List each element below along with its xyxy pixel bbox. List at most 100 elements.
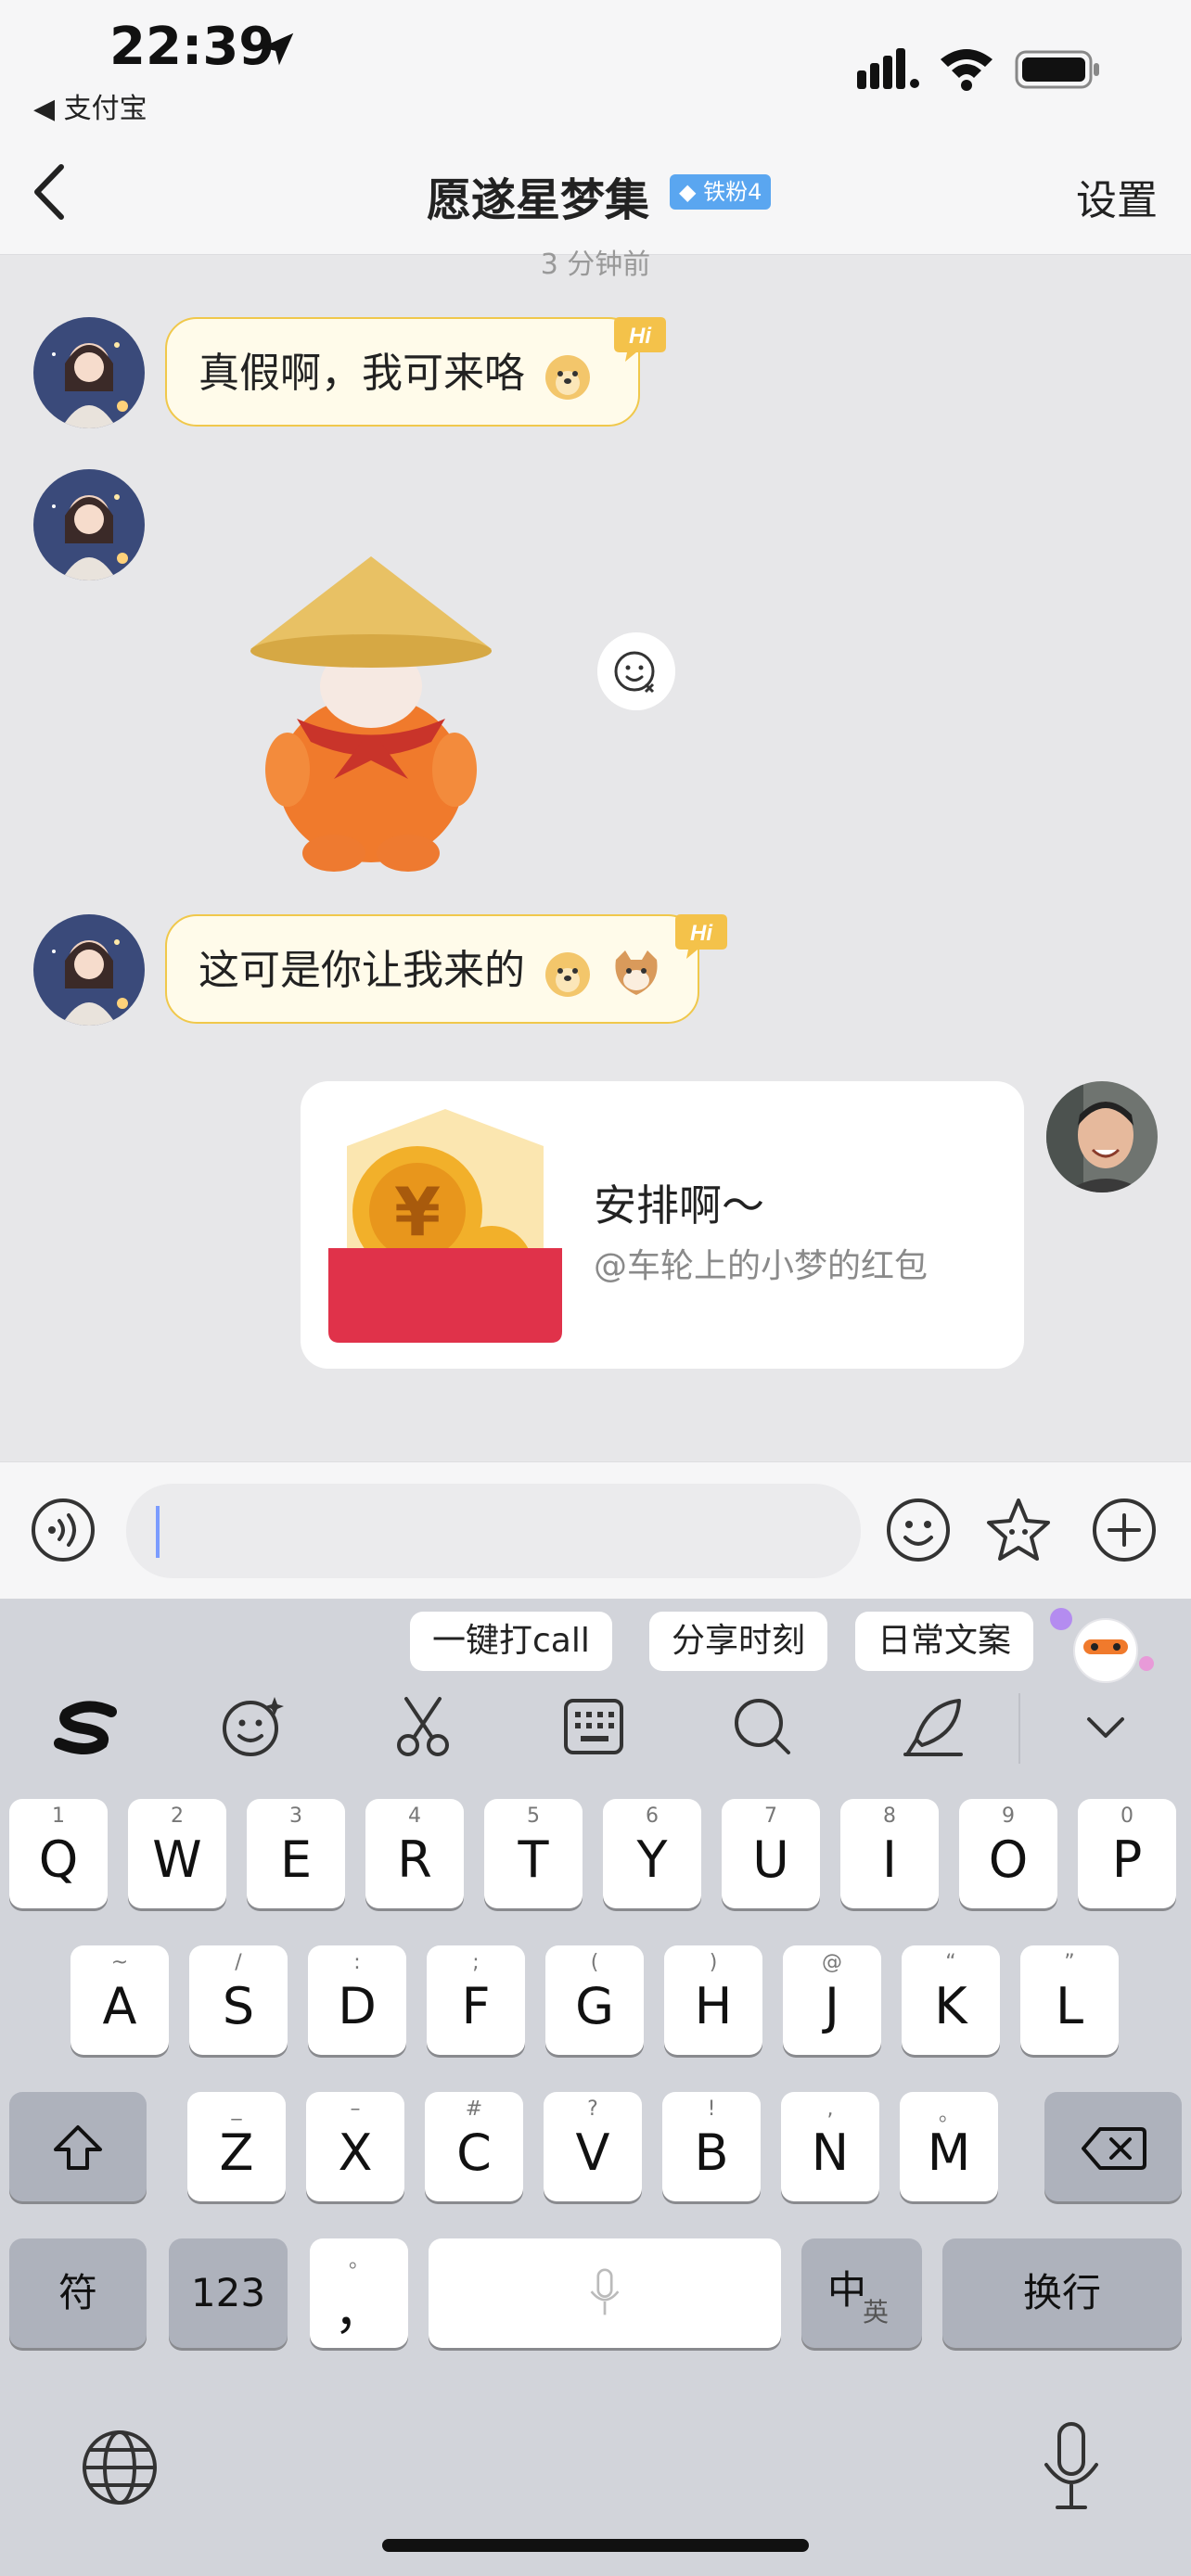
wifi-icon [941,49,992,91]
key-sub-label: 1 [52,1804,65,1828]
suggestion-chip[interactable]: 分享时刻 [649,1612,828,1671]
keyboard-mascot-icon[interactable] [1046,1604,1158,1690]
keyboard-icon[interactable] [560,1693,627,1760]
battery-icon [1015,50,1099,89]
add-reaction-icon[interactable] [597,632,675,710]
chat-title[interactable]: 愿遂星梦集 [427,163,649,228]
key-sub-label: ; [472,1951,480,1974]
key-label: J [825,1977,839,2035]
key-n[interactable]: ,N [781,2092,879,2201]
numbers-key[interactable]: 123 [169,2238,288,2348]
key-a[interactable]: ~ A [70,1945,169,2055]
key-f[interactable]: ; F [427,1945,525,2055]
fan-level-badge: ◆ 铁粉4 [670,174,772,210]
back-to-app-link[interactable]: ◀ 支付宝 [33,85,147,126]
key-label: W [152,1830,202,1889]
my-avatar[interactable] [1046,1081,1158,1192]
search-icon[interactable] [729,1693,796,1760]
key-y[interactable]: 6Y [603,1799,701,1908]
key-x[interactable]: – X [306,2092,404,2201]
key-sub-label: ? [587,2098,598,2121]
quill-pen-icon[interactable] [900,1693,967,1760]
message-input[interactable] [126,1484,861,1578]
key-sub-label: 6 [646,1804,659,1828]
key-label: O [988,1830,1029,1889]
emoji-panel-icon[interactable] [219,1693,286,1760]
key-z[interactable]: _ Z [187,2092,286,2201]
lang-key-en: 英 [863,2297,890,2327]
cat-emoji-icon [615,950,658,995]
friend-avatar[interactable] [33,914,145,1026]
key-s[interactable]: / S [189,1945,288,2055]
hi-badge-icon: Hi [614,317,666,362]
cellular-signal-icon [857,48,919,89]
key-label: B [694,2123,729,2182]
incoming-message-bubble[interactable]: 真假啊，我可来咯 [165,317,640,427]
key-h[interactable]: ) H [664,1945,762,2055]
key-sub-label: # [465,2098,483,2121]
chevron-down-icon[interactable] [1072,1693,1139,1760]
symbols-key[interactable]: 符 [9,2238,147,2348]
key-label: N [811,2123,850,2182]
key-j[interactable]: @ J [783,1945,881,2055]
key-sub-label: ~ [110,1951,129,1974]
shift-arrow-icon [54,2125,102,2170]
key-i[interactable]: 8I [840,1799,939,1908]
globe-icon[interactable] [78,2426,161,2509]
sticker-image[interactable] [232,547,510,872]
home-indicator [382,2539,809,2552]
key-label: L [1055,1977,1084,2035]
key-d[interactable]: :D [308,1945,406,2055]
friend-avatar[interactable] [33,317,145,428]
back-chevron-icon[interactable] [28,159,74,224]
key-v[interactable]: ? V [544,2092,642,2201]
settings-button[interactable]: 设置 [1076,167,1158,226]
text-caret [156,1506,160,1558]
key-sub-label: ( [590,1951,599,1974]
key-t[interactable]: 5T [484,1799,583,1908]
incoming-message-bubble[interactable]: 这可是你让我来的 [165,914,699,1024]
scissors-icon[interactable] [390,1693,456,1760]
key-sub-label: 5 [527,1804,540,1828]
key-o[interactable]: 9O [959,1799,1057,1908]
suggestion-chip[interactable]: 一键打call [410,1612,612,1671]
svg-text:Hi: Hi [690,921,713,946]
sogou-logo-icon[interactable] [50,1693,122,1760]
voice-input-icon[interactable] [30,1497,96,1563]
key-p[interactable]: 0P [1078,1799,1176,1908]
key-m[interactable]: 。 M [900,2092,998,2201]
shift-key[interactable] [9,2092,147,2201]
plus-icon[interactable] [1091,1497,1158,1563]
doge-emoji-icon [545,355,590,400]
delete-key[interactable] [1044,2092,1182,2201]
key-label: S [222,1977,255,2035]
dictation-microphone-icon[interactable] [1039,2420,1104,2513]
friend-avatar[interactable] [33,469,145,580]
key-label: T [518,1830,549,1889]
key-c[interactable]: # C [425,2092,523,2201]
hi-badge-icon: Hi [675,914,727,959]
return-key[interactable]: 换行 [942,2238,1182,2348]
key-g[interactable]: (G [545,1945,644,2055]
doge-emoji-icon [545,952,590,997]
key-q[interactable]: 1Q [9,1799,108,1908]
key-w[interactable]: 2W [128,1799,226,1908]
key-k[interactable]: “K [902,1945,1000,2055]
key-sub-label: “ [945,1951,956,1974]
key-sub-label: : [353,1951,361,1974]
suggestion-chip[interactable]: 日常文案 [855,1612,1034,1671]
key-label: F [461,1977,491,2035]
key-e[interactable]: 3E [247,1799,345,1908]
sticker-star-icon[interactable] [985,1497,1052,1563]
key-u[interactable]: 7U [722,1799,820,1908]
key-b[interactable]: ! B [662,2092,761,2201]
key-r[interactable]: 4R [365,1799,464,1908]
language-switch-key[interactable]: 中 英 [801,2238,922,2348]
emoji-icon[interactable] [885,1497,952,1563]
space-key[interactable] [429,2238,781,2348]
microphone-icon [590,2268,620,2315]
location-arrow-icon [261,32,294,66]
key-sub-label: 3 [289,1804,302,1828]
comma-key[interactable]: 。 ， [310,2238,408,2348]
key-l[interactable]: ” L [1020,1945,1119,2055]
